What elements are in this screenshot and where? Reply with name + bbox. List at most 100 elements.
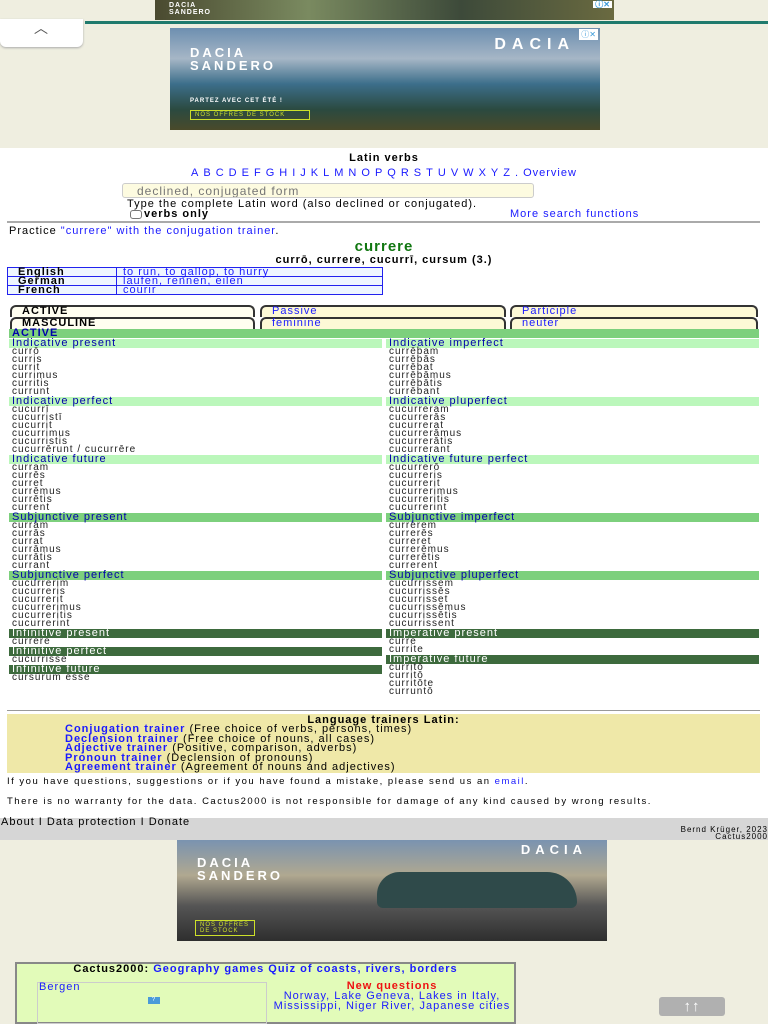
conjugation-column-left: Infinitive present currere Infinitive perf… xyxy=(9,628,382,696)
verb-form: curram xyxy=(12,462,50,473)
tense-header: Indicative future xyxy=(9,454,382,465)
trainer-link[interactable]: Agreement trainer xyxy=(65,761,177,773)
tab-participle[interactable]: Participle xyxy=(510,305,758,317)
ad-model: DACIA SANDERO xyxy=(190,45,277,73)
letter-link-h[interactable]: H xyxy=(279,167,288,179)
conjugation-column-left: Subjunctive perfect cucurrerim cucurreris c… xyxy=(9,570,382,629)
quiz-panel[interactable]: Bergen? xyxy=(37,982,267,1024)
conjugation-table: ACTIVE Indicative present currō curris curr… xyxy=(9,328,759,697)
divider xyxy=(7,221,760,223)
letter-link-o[interactable]: O xyxy=(361,167,371,179)
dacia-ad-banner[interactable]: DACIA DACIA SANDERO PARTEZ AVEC CET ÉTÉ !… xyxy=(170,28,600,130)
translation-row: German laufen, rennen, eilen xyxy=(7,276,383,287)
letter-link-f[interactable]: F xyxy=(254,167,262,179)
verb-form: cucurreris xyxy=(389,470,443,481)
letter-link-j[interactable]: J xyxy=(300,167,307,179)
search-input[interactable] xyxy=(122,183,534,198)
trainer-description: (Agreement of nouns and adjectives) xyxy=(176,761,396,773)
overview-link[interactable]: . Overview xyxy=(515,167,577,179)
geography-games-link[interactable]: Geography games Quiz of coasts, rivers, … xyxy=(153,963,457,975)
collapse-chevron-up-icon[interactable]: ︿ xyxy=(0,19,83,47)
image-placeholder-icon: ? xyxy=(148,997,160,1004)
letter-link-l[interactable]: L xyxy=(323,167,330,179)
tab-feminine[interactable]: feminine xyxy=(260,317,506,329)
language-trainers-box: Language trainers Latin: Conjugation tra… xyxy=(7,714,760,773)
verb-form: currerēmus xyxy=(389,544,450,555)
verb-form: currēs xyxy=(12,470,46,481)
page-title: Latin verbs xyxy=(349,152,419,164)
letter-link-r[interactable]: R xyxy=(401,167,410,179)
more-search-functions-link[interactable]: More search functions xyxy=(510,208,639,220)
verb-form: currerem xyxy=(389,520,438,531)
letter-link-t[interactable]: T xyxy=(426,167,434,179)
verb-form: currerēs xyxy=(389,528,434,539)
letter-link-v[interactable]: V xyxy=(451,167,459,179)
letter-link-m[interactable]: M xyxy=(334,167,344,179)
letter-link-i[interactable]: I xyxy=(292,167,296,179)
letter-link-q[interactable]: Q xyxy=(387,167,397,179)
letter-link-s[interactable]: S xyxy=(414,167,422,179)
verb-form: curris xyxy=(12,354,43,365)
verb-form: curritō xyxy=(389,662,424,673)
verb-form: currit xyxy=(12,362,41,373)
new-questions-link[interactable]: Norway, Lake Geneva, Lakes in Italy, Mis… xyxy=(274,990,511,1012)
ad-cta-button[interactable]: NOS OFFRES DE STOCK xyxy=(195,920,255,936)
conjugation-block: Indicative present currō curris currit curri… xyxy=(9,338,759,397)
email-link[interactable]: email xyxy=(495,776,525,787)
letter-link-k[interactable]: K xyxy=(311,167,319,179)
data-protection-link[interactable]: Data protection xyxy=(47,816,137,828)
letter-link-y[interactable]: Y xyxy=(491,167,499,179)
letter-link-c[interactable]: C xyxy=(216,167,225,179)
tense-header: Infinitive present xyxy=(9,628,382,639)
checkbox-icon[interactable] xyxy=(130,209,142,219)
ad-close-icon[interactable]: ⓘ✕ xyxy=(579,29,598,40)
tab-passive[interactable]: Passive xyxy=(260,305,506,317)
top-ad-banner[interactable]: DACIA SANDERO ⓘ✕ xyxy=(155,0,614,20)
conjugation-column-left: Indicative present currō curris currit curri… xyxy=(9,338,382,397)
verb-form: currātis xyxy=(12,552,53,563)
letter-link-g[interactable]: G xyxy=(266,167,276,179)
verb-form: currēbam xyxy=(389,346,440,357)
tense-header: Indicative present xyxy=(9,338,382,349)
tense-header: Indicative future perfect xyxy=(386,454,759,465)
translation-text[interactable]: courir xyxy=(116,285,383,296)
verbs-only-checkbox[interactable]: verbs only xyxy=(130,208,209,220)
dacia-ad-banner-bottom[interactable]: DACIA DACIA SANDERO NOS OFFRES DE STOCK xyxy=(177,840,607,941)
letter-link-a[interactable]: A xyxy=(191,167,199,179)
verb-form: currō xyxy=(12,346,40,357)
scroll-to-top-button[interactable]: ↑↑ xyxy=(659,997,725,1016)
letter-link-w[interactable]: W xyxy=(463,167,474,179)
letter-link-x[interactable]: X xyxy=(479,167,487,179)
tab-neuter[interactable]: neuter xyxy=(510,317,758,329)
quiz-place[interactable]: Bergen xyxy=(39,981,80,993)
letter-link-z[interactable]: Z xyxy=(503,167,511,179)
principal-parts: currō, currere, cucurrī, cursum (3.) xyxy=(275,254,493,266)
about-link[interactable]: About xyxy=(1,816,35,828)
tense-header: Indicative imperfect xyxy=(386,338,759,349)
verb-form: currat xyxy=(12,536,44,547)
verb-form: currētis xyxy=(12,494,53,505)
letter-link-n[interactable]: N xyxy=(348,167,357,179)
letter-link-u[interactable]: U xyxy=(438,167,447,179)
letter-link-b[interactable]: B xyxy=(203,167,211,179)
ad-cta-button[interactable]: NOS OFFRES DE STOCK xyxy=(190,110,310,120)
ad-close-icon[interactable]: ⓘ✕ xyxy=(593,1,612,9)
conjugation-block: Indicative perfect cucurrī cucurristī cucur… xyxy=(9,396,759,455)
conjugation-column-right: Subjunctive pluperfect cucurrissem cucurri… xyxy=(386,570,759,629)
divider xyxy=(85,21,768,24)
tense-header: Subjunctive imperfect xyxy=(386,512,759,523)
verb-form: curret xyxy=(12,478,44,489)
conjugation-column-right: Indicative imperfect currēbam currēbās curr… xyxy=(386,338,759,397)
conjugation-trainer-link[interactable]: "currere" with the conjugation trainer xyxy=(61,225,276,237)
tense-header: Subjunctive present xyxy=(9,512,382,523)
donate-link[interactable]: Donate xyxy=(149,816,190,828)
conjugation-column-left: Indicative perfect cucurrī cucurristī cucur… xyxy=(9,396,382,455)
letter-link-d[interactable]: D xyxy=(229,167,238,179)
letter-link-p[interactable]: P xyxy=(375,167,383,179)
credit: Bernd Krüger, 2023 Cactus2000 xyxy=(680,825,768,841)
conjugation-column-right: Indicative pluperfect cucurreram cucurrerā… xyxy=(386,396,759,455)
letter-link-e[interactable]: E xyxy=(242,167,250,179)
tab-active[interactable]: ACTIVE xyxy=(10,305,255,317)
verb-form: cucurristī xyxy=(12,412,63,423)
conjugation-column-right: Indicative future perfect cucurrerō cucurr… xyxy=(386,454,759,513)
